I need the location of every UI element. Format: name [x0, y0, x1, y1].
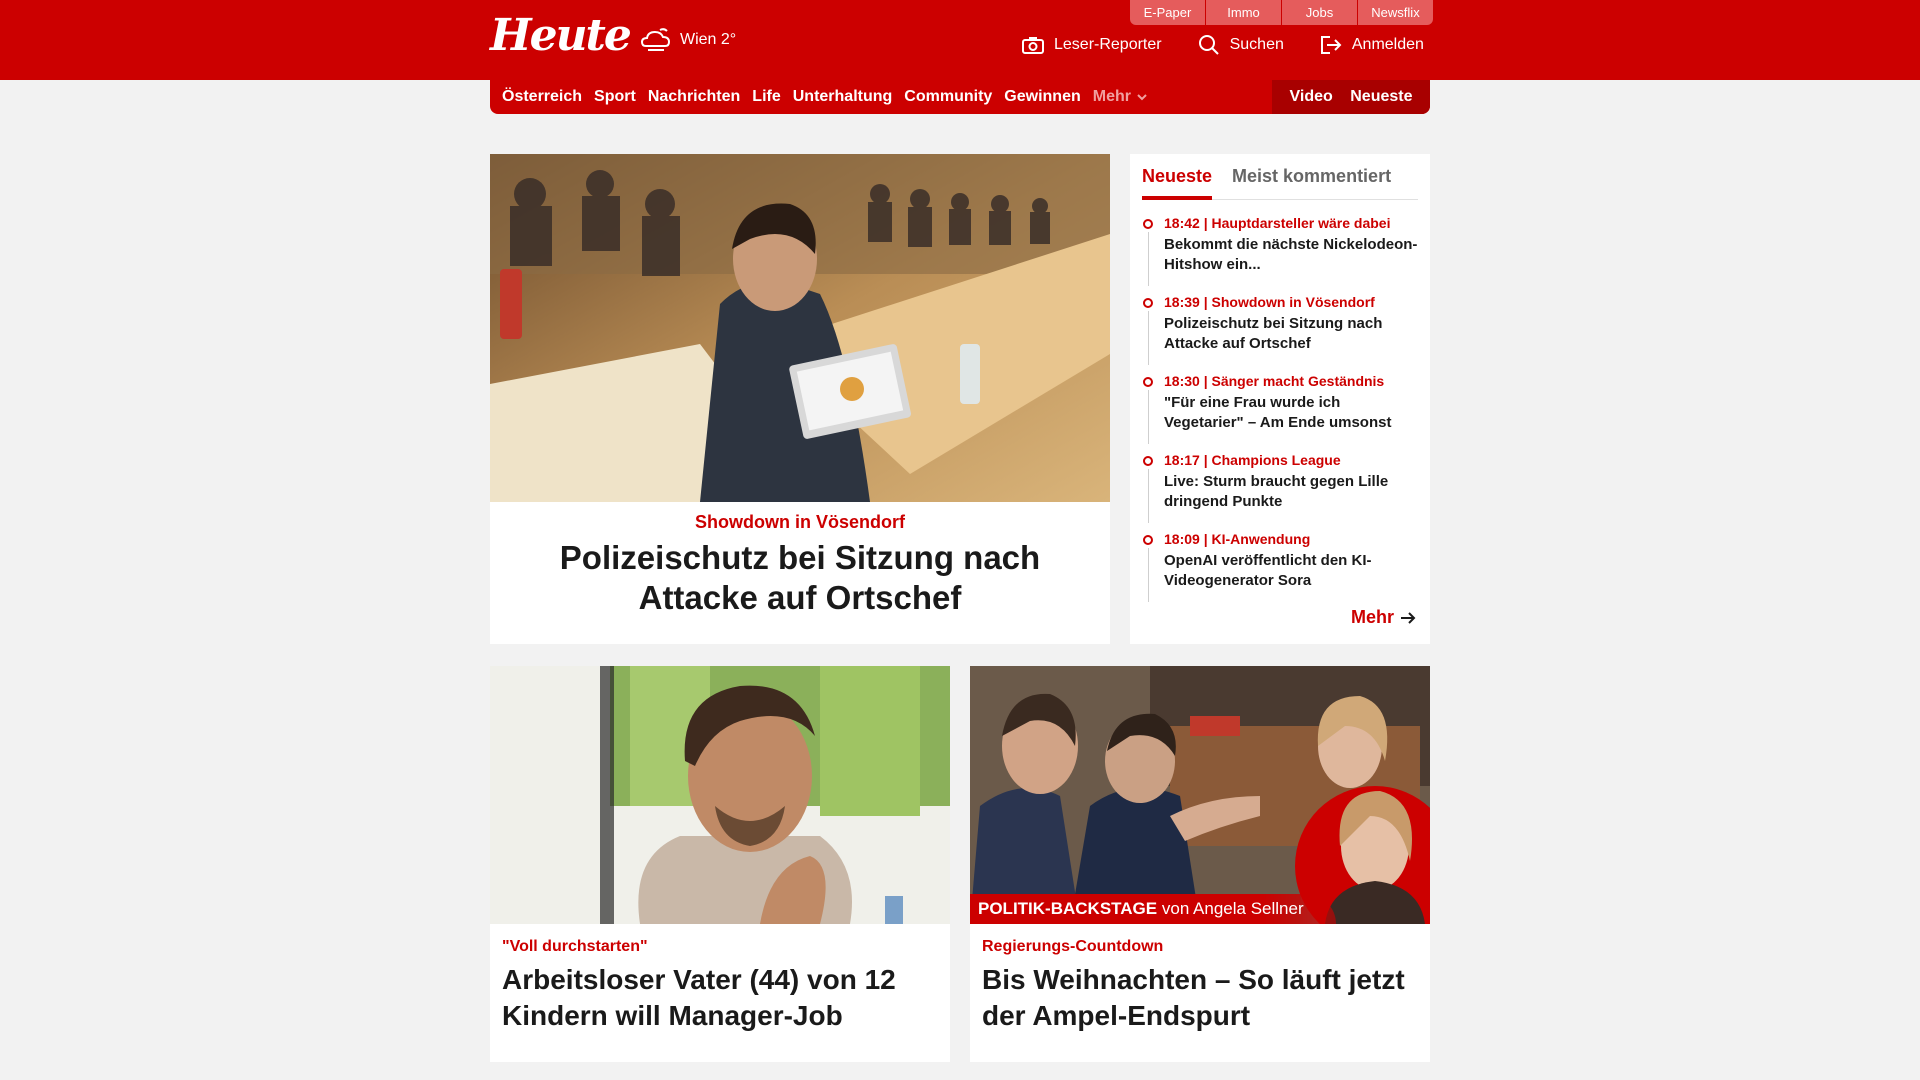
politik-backstage-banner: POLITIK-BACKSTAGE von Angela Sellner — [970, 894, 1336, 924]
hero-image[interactable] — [490, 154, 1110, 502]
list-item[interactable]: 18:30 | Sänger macht Geständnis "Für ein… — [1142, 372, 1418, 451]
timeline-dot-icon — [1143, 456, 1153, 466]
arrow-right-icon — [1401, 611, 1416, 624]
nav-item-gewinnen[interactable]: Gewinnen — [1004, 88, 1080, 106]
top-link-jobs[interactable]: Jobs — [1282, 0, 1357, 25]
tab-meist-kommentiert[interactable]: Meist kommentiert — [1232, 164, 1391, 200]
top-header — [0, 0, 1920, 80]
article-card[interactable]: "Voll durchstarten" Arbeitsloser Vater (… — [490, 666, 950, 1062]
site-logo[interactable]: Heute — [490, 12, 632, 60]
top-link-newsflix[interactable]: Newsflix — [1358, 0, 1433, 25]
login-button[interactable]: Anmelden — [1320, 35, 1424, 55]
chevron-down-icon — [1137, 94, 1147, 101]
banner-bold-label: POLITIK-BACKSTAGE — [978, 899, 1158, 918]
camera-icon — [1022, 37, 1044, 54]
hero-title[interactable]: Polizeischutz bei Sitzung nach Attacke a… — [500, 538, 1100, 618]
sidebar-more-link[interactable]: Mehr — [1351, 607, 1416, 628]
list-item[interactable]: 18:09 | KI-Anwendung OpenAI veröffentlic… — [1142, 530, 1418, 609]
feed-title[interactable]: Bekommt die nächste Nickelodeon-Hitshow … — [1164, 235, 1418, 275]
nav-more-label: Mehr — [1092, 88, 1131, 105]
nav-item-life[interactable]: Life — [752, 88, 780, 106]
nav-item-video[interactable]: Video — [1289, 88, 1332, 106]
nav-more-dropdown[interactable]: Mehr — [1093, 88, 1149, 106]
login-icon — [1320, 36, 1342, 54]
reporter-button[interactable]: Leser-Reporter — [1022, 36, 1162, 54]
feed-meta: 18:42 | Hauptdarsteller wäre dabei — [1164, 215, 1391, 231]
timeline-line — [1148, 311, 1149, 365]
article-kicker[interactable]: "Voll durchstarten" — [502, 938, 648, 956]
nav-item-sport[interactable]: Sport — [594, 88, 636, 106]
timeline-dot-icon — [1143, 219, 1153, 229]
timeline-dot-icon — [1143, 535, 1153, 545]
article-title[interactable]: Bis Weihnachten – So läuft jetzt der Amp… — [982, 962, 1418, 1034]
feed-meta: 18:09 | KI-Anwendung — [1164, 531, 1311, 547]
feed-meta: 18:17 | Champions League — [1164, 452, 1341, 468]
article-card[interactable]: POLITIK-BACKSTAGE von Angela Sellner Reg… — [970, 666, 1430, 1062]
nav-item-nachrichten[interactable]: Nachrichten — [648, 88, 740, 106]
header-actions: Leser-Reporter Suchen Anmelden — [1022, 34, 1424, 56]
article-title[interactable]: Arbeitsloser Vater (44) von 12 Kindern w… — [502, 962, 938, 1034]
sidebar-tabs: Neueste Meist kommentiert — [1142, 164, 1418, 200]
nav-item-neueste[interactable]: Neueste — [1350, 88, 1412, 106]
weather-label: Wien 2° — [680, 31, 737, 48]
nav-item-unterhaltung[interactable]: Unterhaltung — [793, 88, 893, 106]
weather-widget[interactable]: Wien 2° — [640, 26, 736, 54]
top-links: E-Paper Immo Jobs Newsflix — [1130, 0, 1433, 25]
article-image[interactable]: POLITIK-BACKSTAGE von Angela Sellner — [970, 666, 1430, 924]
feed-title[interactable]: Live: Sturm braucht gegen Lille dringend… — [1164, 472, 1418, 512]
list-item[interactable]: 18:42 | Hauptdarsteller wäre dabei Bekom… — [1142, 214, 1418, 293]
nav-right-group: Video Neueste — [1272, 80, 1430, 114]
search-button[interactable]: Suchen — [1198, 34, 1284, 56]
timeline-line — [1148, 548, 1149, 602]
tab-neueste[interactable]: Neueste — [1142, 164, 1213, 200]
hero-kicker[interactable]: Showdown in Vösendorf — [490, 512, 1110, 533]
banner-author-label: von Angela Sellner — [1161, 899, 1304, 918]
feed-meta: 18:39 | Showdown in Vösendorf — [1164, 294, 1375, 310]
top-link-immo[interactable]: Immo — [1206, 0, 1281, 25]
timeline-line — [1148, 390, 1149, 444]
timeline-dot-icon — [1143, 377, 1153, 387]
timeline-line — [1148, 469, 1149, 523]
sidebar-more-label: Mehr — [1350, 607, 1394, 627]
feed-title[interactable]: "Für eine Frau wurde ich Vegetarier" – A… — [1164, 393, 1418, 433]
top-link-epaper[interactable]: E-Paper — [1130, 0, 1205, 25]
login-label: Anmelden — [1351, 36, 1424, 53]
news-feed: 18:42 | Hauptdarsteller wäre dabei Bekom… — [1142, 214, 1418, 609]
weather-cloud-icon — [640, 28, 671, 51]
list-item[interactable]: 18:17 | Champions League Live: Sturm bra… — [1142, 451, 1418, 530]
timeline-line — [1148, 232, 1149, 286]
feed-meta: 18:30 | Sänger macht Geständnis — [1164, 373, 1385, 389]
nav-item-community[interactable]: Community — [904, 88, 992, 106]
feed-title[interactable]: OpenAI veröffentlicht den KI-Videogenera… — [1164, 551, 1418, 591]
nav-item-oesterreich[interactable]: Österreich — [502, 88, 582, 106]
feed-title[interactable]: Polizeischutz bei Sitzung nach Attacke a… — [1164, 314, 1418, 354]
article-image[interactable] — [490, 666, 950, 924]
reporter-label: Leser-Reporter — [1054, 36, 1162, 53]
timeline-dot-icon — [1143, 298, 1153, 308]
search-label: Suchen — [1229, 36, 1284, 53]
article-kicker[interactable]: Regierungs-Countdown — [982, 938, 1163, 956]
news-sidebar: Neueste Meist kommentiert 18:42 | Hauptd… — [1130, 154, 1430, 644]
list-item[interactable]: 18:39 | Showdown in Vösendorf Polizeisch… — [1142, 293, 1418, 372]
main-nav: Österreich Sport Nachrichten Life Unterh… — [490, 80, 1430, 114]
search-icon — [1198, 35, 1219, 55]
hero-article[interactable]: Showdown in Vösendorf Polizeischutz bei … — [490, 154, 1110, 644]
